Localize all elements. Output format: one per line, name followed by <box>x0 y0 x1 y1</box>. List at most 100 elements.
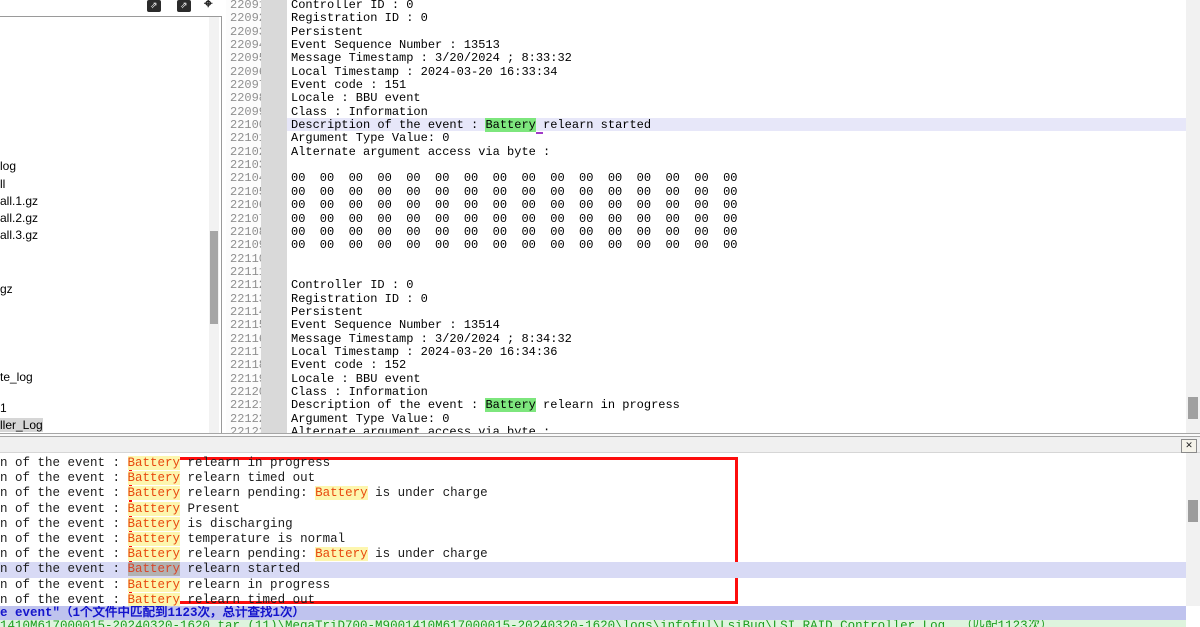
file-item[interactable]: te_log <box>0 370 33 384</box>
file-item[interactable]: gz <box>0 282 13 296</box>
line-text: Alternate argument access via byte : <box>287 145 1186 158</box>
bookmark-margin[interactable] <box>261 252 287 265</box>
result-row[interactable]: n of the event : Battery relearn in prog… <box>0 456 1186 471</box>
bookmark-margin[interactable] <box>261 385 287 398</box>
bookmark-margin[interactable] <box>261 51 287 64</box>
file-item[interactable]: all.2.gz <box>0 211 38 225</box>
search-results-list[interactable]: n of the event : Battery relearn in prog… <box>0 453 1200 606</box>
file-tree-scrollbar-thumb[interactable] <box>210 231 218 324</box>
result-prefix: n of the event : <box>0 593 128 606</box>
line-text: Argument Type Value: 0 <box>287 131 1186 144</box>
line-text: Locale : BBU event <box>287 91 1186 104</box>
result-row-selected[interactable]: n of the event : Battery relearn started <box>0 562 1186 577</box>
bookmark-margin[interactable] <box>261 372 287 385</box>
bookmark-margin[interactable] <box>261 38 287 51</box>
bookmark-margin[interactable] <box>261 318 287 331</box>
text-segment: Message Timestamp : 3/20/2024 ; 8:34:32 <box>291 332 572 346</box>
file-item-selected[interactable]: ller_Log <box>0 418 43 432</box>
editor-scrollbar-thumb[interactable] <box>1188 397 1198 419</box>
file-item[interactable]: 1 <box>0 401 7 415</box>
log-editor[interactable]: 22091Controller ID : 022092Registration … <box>226 0 1200 433</box>
text-segment: Alternate argument access via byte : <box>291 425 550 433</box>
text-segment: 00 00 00 00 00 00 00 00 00 00 00 00 00 0… <box>291 198 737 212</box>
editor-scrollbar[interactable] <box>1186 0 1200 433</box>
bookmark-margin[interactable] <box>261 238 287 251</box>
line-text: Persistent <box>287 25 1186 38</box>
line-text: Message Timestamp : 3/20/2024 ; 8:34:32 <box>287 332 1186 345</box>
line-number: 22122 <box>226 412 261 425</box>
bookmark-margin[interactable] <box>261 78 287 91</box>
bookmark-margin[interactable] <box>261 0 287 11</box>
text-segment: Event code : 151 <box>291 78 406 92</box>
bookmark-margin[interactable] <box>261 398 287 411</box>
bookmark-margin[interactable] <box>261 145 287 158</box>
file-item[interactable]: all.1.gz <box>0 194 38 208</box>
bookmark-margin[interactable] <box>261 292 287 305</box>
text-segment: 00 00 00 00 00 00 00 00 00 00 00 00 00 0… <box>291 238 737 252</box>
line-text: 00 00 00 00 00 00 00 00 00 00 00 00 00 0… <box>287 198 1186 211</box>
text-segment: Locale : BBU event <box>291 91 421 105</box>
file-item[interactable]: log <box>0 159 16 173</box>
bookmark-margin[interactable] <box>261 425 287 433</box>
result-text: relearn pending: <box>180 486 315 500</box>
close-icon[interactable]: ✕ <box>1181 439 1197 453</box>
file-tree-scrollbar[interactable] <box>209 17 219 437</box>
bookmark-margin[interactable] <box>261 212 287 225</box>
bookmark-margin[interactable] <box>261 278 287 291</box>
bookmark-margin[interactable] <box>261 118 287 131</box>
editor-line: 22117Local Timestamp : 2024-03-20 16:34:… <box>226 345 1186 358</box>
result-row[interactable]: n of the event : Battery relearn in prog… <box>0 578 1186 593</box>
file-item[interactable]: all.3.gz <box>0 228 38 242</box>
locate-target-icon[interactable]: ⌖ <box>204 0 220 12</box>
bookmark-margin[interactable] <box>261 105 287 118</box>
bookmark-margin[interactable] <box>261 345 287 358</box>
editor-line: 22092Registration ID : 0 <box>226 11 1186 24</box>
line-number: 22092 <box>226 11 261 24</box>
file-item[interactable]: ll <box>0 177 5 191</box>
editor-line: 2210700 00 00 00 00 00 00 00 00 00 00 00… <box>226 212 1186 225</box>
bookmark-margin[interactable] <box>261 25 287 38</box>
results-scrollbar-thumb[interactable] <box>1188 500 1198 522</box>
bookmark-margin[interactable] <box>261 185 287 198</box>
editor-line: 22120Class : Information <box>226 385 1186 398</box>
bookmark-margin[interactable] <box>261 171 287 184</box>
bookmark-margin[interactable] <box>261 332 287 345</box>
results-scrollbar[interactable] <box>1186 453 1200 606</box>
line-text: Description of the event : Battery relea… <box>287 398 1186 411</box>
bookmark-margin[interactable] <box>261 412 287 425</box>
line-number: 22121 <box>226 398 261 411</box>
bookmark-margin[interactable] <box>261 158 287 171</box>
result-row[interactable]: n of the event : Battery relearn timed o… <box>0 471 1186 486</box>
result-row[interactable]: n of the event : Battery relearn pending… <box>0 547 1186 562</box>
bookmark-margin[interactable] <box>261 198 287 211</box>
bookmark-margin[interactable] <box>261 91 287 104</box>
text-segment: Locale : BBU event <box>291 372 421 386</box>
editor-lines: 22091Controller ID : 022092Registration … <box>226 0 1186 433</box>
result-row[interactable]: n of the event : Battery temperature is … <box>0 532 1186 547</box>
log-monitor-icon[interactable]: ⇗ <box>147 0 163 12</box>
bookmark-margin[interactable] <box>261 11 287 24</box>
result-row[interactable]: n of the event : Battery Present <box>0 502 1186 517</box>
bookmark-margin[interactable] <box>261 65 287 78</box>
line-text: Controller ID : 0 <box>287 278 1186 291</box>
line-text <box>287 158 1186 171</box>
editor-line: 22116Message Timestamp : 3/20/2024 ; 8:3… <box>226 332 1186 345</box>
editor-line: 22119 Locale : BBU event <box>226 372 1186 385</box>
line-number: 22093 <box>226 25 261 38</box>
file-tree-panel[interactable]: log ll all.1.gz all.2.gz all.3.gz gz te_log 1 ll… <box>0 16 222 437</box>
bookmark-margin[interactable] <box>261 305 287 318</box>
bookmark-margin[interactable] <box>261 225 287 238</box>
editor-line: 22111 <box>226 265 1186 278</box>
result-text: relearn timed out <box>180 471 315 485</box>
bookmark-margin[interactable] <box>261 131 287 144</box>
log-monitor-icon-2[interactable]: ⇗ <box>177 0 193 12</box>
line-number: 22107 <box>226 212 261 225</box>
bookmark-margin[interactable] <box>261 265 287 278</box>
search-file-path: 1410M617000015-20240320-1620.tar (11)\Me… <box>0 620 1186 627</box>
result-row[interactable]: n of the event : Battery relearn timed o… <box>0 593 1186 606</box>
result-row[interactable]: n of the event : Battery relearn pending… <box>0 486 1186 501</box>
text-segment: Argument Type Value: 0 <box>291 131 449 145</box>
result-row[interactable]: n of the event : Battery is discharging <box>0 517 1186 532</box>
line-number: 22119 <box>226 372 261 385</box>
bookmark-margin[interactable] <box>261 358 287 371</box>
